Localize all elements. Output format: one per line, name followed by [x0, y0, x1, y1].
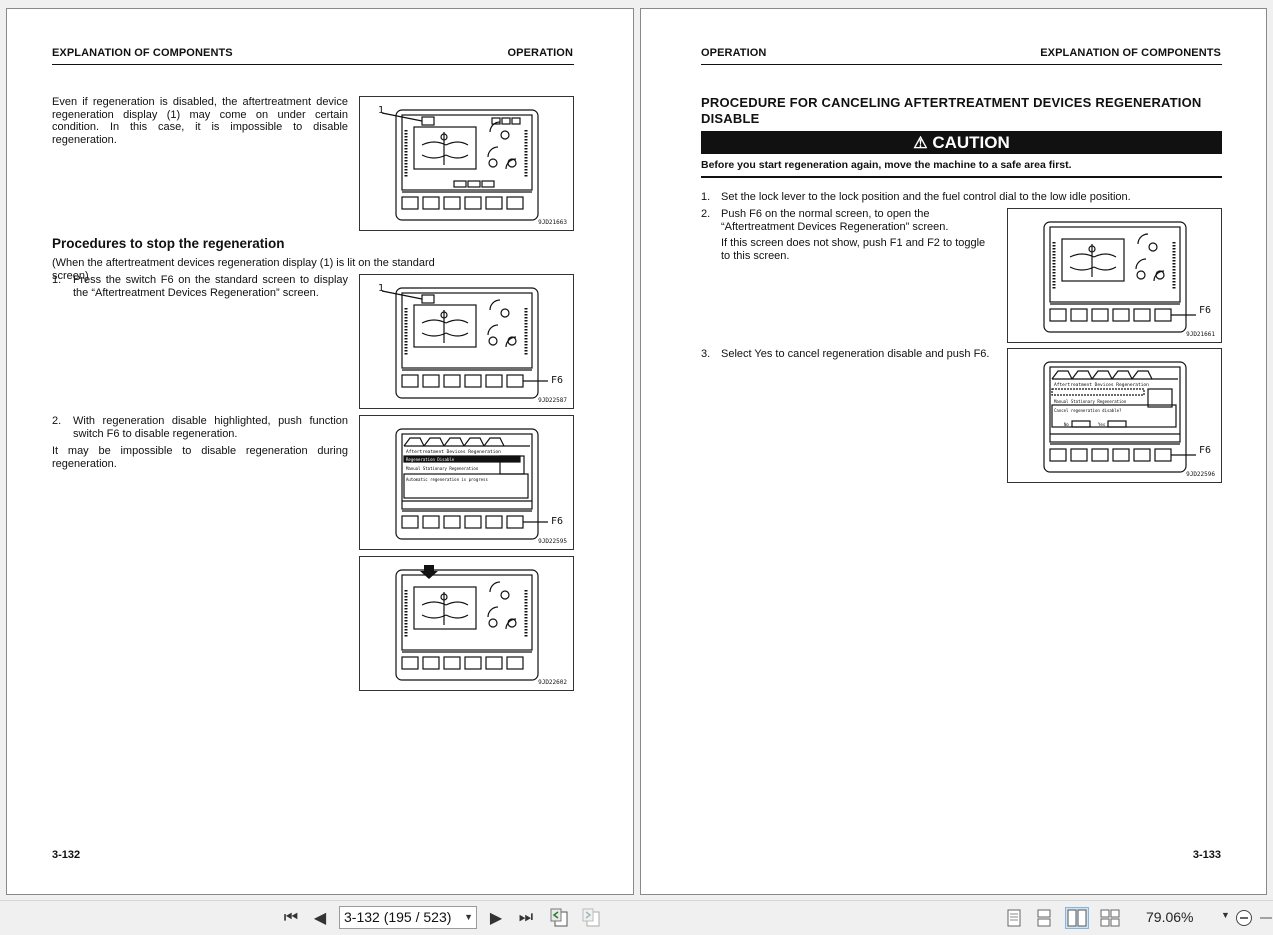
first-page-icon: ⏮: [283, 909, 299, 926]
zoom-out-button[interactable]: [1234, 907, 1254, 929]
viewer-toolbar: ⏮ ◀ 3-132 (195 / 523) ▼ ▶ ⏭ 79.06% ▼: [0, 900, 1273, 935]
figure-monitor-3: Aftertreatment Devices Regeneration Rege…: [359, 415, 574, 550]
step-2-note: It may be impossible to disable regenera…: [52, 445, 348, 470]
monitor-standard-screen-illustration: [381, 109, 539, 221]
step-3-text: Select Yes to cancel regeneration disabl…: [721, 348, 990, 360]
previous-page-icon: ◀: [313, 910, 327, 927]
zoom-dropdown-icon[interactable]: ▼: [1221, 910, 1230, 920]
page-right: OPERATION EXPLANATION OF COMPONENTS PROC…: [640, 8, 1267, 895]
continuous-view-button[interactable]: [1032, 907, 1056, 929]
figure-callout-1: 1: [378, 105, 385, 116]
chevron-down-icon[interactable]: ▼: [464, 907, 473, 928]
last-page-icon: ⏭: [518, 909, 534, 926]
step-1-text: Set the lock lever to the lock position …: [721, 191, 1131, 203]
running-header-left: OPERATION: [701, 47, 767, 59]
step-2-note: If this screen does not show, push F1 an…: [721, 237, 986, 262]
figure-callout-f6: F6: [551, 516, 564, 527]
page-number-value: 3-132 (195 / 523): [344, 909, 452, 925]
header-rule: [701, 64, 1222, 65]
running-header-right: OPERATION: [507, 47, 573, 59]
caution-rule: [701, 176, 1222, 178]
two-page-icon: [1067, 909, 1087, 927]
figure-code: 9JD22587: [538, 397, 567, 404]
zoom-level[interactable]: 79.06%: [1146, 909, 1193, 925]
caution-banner: ⚠ CAUTION: [701, 131, 1222, 154]
running-header-left: EXPLANATION OF COMPONENTS: [52, 47, 233, 59]
next-view-icon: [582, 908, 600, 927]
figure-callout-f6: F6: [1199, 305, 1212, 316]
previous-view-icon: [550, 908, 568, 927]
monitor-standard-screen-illustration: [395, 565, 539, 681]
screen-title: Aftertreatment Devices Regeneration: [1054, 382, 1149, 388]
first-page-button[interactable]: ⏮: [281, 907, 301, 929]
monitor-cancel-disable-illustration: Aftertreatment Devices Regeneration Manu…: [1043, 361, 1196, 473]
document-viewport: EXPLANATION OF COMPONENTS OPERATION Even…: [0, 0, 1273, 900]
figure-code: 9JD21661: [1186, 331, 1215, 338]
figure-code: 9JD22602: [538, 679, 567, 686]
warning-triangle-icon: ⚠: [913, 135, 928, 152]
procedure-title: PROCEDURE FOR CANCELING AFTERTREATMENT D…: [701, 95, 1202, 126]
zoom-out-icon: [1236, 910, 1252, 926]
step-number: 1.: [701, 191, 711, 203]
next-page-button[interactable]: ▶: [486, 907, 506, 929]
figure-monitor-1: 1 9JD21663: [359, 96, 574, 231]
running-header-right: EXPLANATION OF COMPONENTS: [1040, 47, 1221, 59]
two-page-continuous-icon: [1100, 909, 1120, 927]
figure-callout-1: 1: [378, 283, 385, 294]
figure-callout-f6: F6: [551, 375, 564, 386]
figure-monitor-5: F6 9JD21661: [1007, 208, 1222, 343]
monitor-standard-screen-illustration: [381, 287, 548, 399]
figure-monitor-2: 1 F6 9JD22587: [359, 274, 574, 409]
figure-monitor-4: 9JD22602: [359, 556, 574, 691]
go-back-view-button[interactable]: [548, 907, 572, 929]
monitor-regeneration-menu-illustration: Aftertreatment Devices Regeneration Rege…: [395, 428, 548, 540]
last-page-button[interactable]: ⏭: [515, 907, 537, 929]
continuous-page-icon: [1037, 909, 1051, 927]
go-forward-view-button[interactable]: [580, 907, 604, 929]
previous-page-button[interactable]: ◀: [310, 907, 330, 929]
screen-item-3: Automatic regeneration is progress: [406, 477, 488, 482]
monitor-standard-screen-illustration: [1043, 221, 1196, 333]
page-number: 3-133: [1192, 849, 1221, 861]
step-number: 3.: [701, 348, 711, 360]
caution-label: CAUTION: [932, 133, 1010, 152]
page-number: 3-132: [52, 849, 81, 861]
next-page-icon: ▶: [489, 910, 503, 927]
zoom-slider[interactable]: [1258, 907, 1272, 929]
intro-paragraph: Even if regeneration is disabled, the af…: [52, 96, 348, 146]
page-left: EXPLANATION OF COMPONENTS OPERATION Even…: [6, 8, 634, 895]
step-number: 2.: [52, 415, 62, 427]
screen-item-1: Regeneration Disable: [406, 457, 455, 462]
section-title: Procedures to stop the regeneration: [52, 236, 285, 251]
header-rule: [52, 64, 574, 65]
figure-code: 9JD22596: [1186, 471, 1215, 478]
screen-title: Aftertreatment Devices Regeneration: [406, 449, 501, 455]
figure-monitor-6: Aftertreatment Devices Regeneration Manu…: [1007, 348, 1222, 483]
zoom-slider-track: [1260, 917, 1272, 919]
single-page-view-button[interactable]: [1002, 907, 1026, 929]
step-2-text: Push F6 on the normal screen, to open th…: [721, 208, 949, 233]
screen-item-2: Manual Stationary Regeneration: [406, 466, 479, 471]
step-number: 1.: [52, 274, 62, 286]
facing-view-button[interactable]: [1065, 907, 1089, 929]
screen-question: Cancel regeneration disable?: [1054, 408, 1122, 413]
screen-yes-label: Yes: [1098, 422, 1106, 427]
screen-item-2: Manual Stationary Regeneration: [1054, 399, 1127, 404]
caution-text: Before you start regeneration again, mov…: [701, 159, 1072, 171]
continuous-facing-view-button[interactable]: [1098, 907, 1122, 929]
figure-code: 9JD22595: [538, 538, 567, 545]
page-number-field[interactable]: 3-132 (195 / 523) ▼: [339, 906, 477, 929]
figure-code: 9JD21663: [538, 219, 567, 226]
step-2-text: With regeneration disable highlighted, p…: [73, 415, 348, 440]
single-page-icon: [1007, 909, 1021, 927]
figure-callout-f6: F6: [1199, 445, 1212, 456]
step-number: 2.: [701, 208, 711, 220]
screen-no-label: No: [1064, 422, 1069, 427]
step-1-text: Press the switch F6 on the standard scre…: [73, 274, 348, 299]
